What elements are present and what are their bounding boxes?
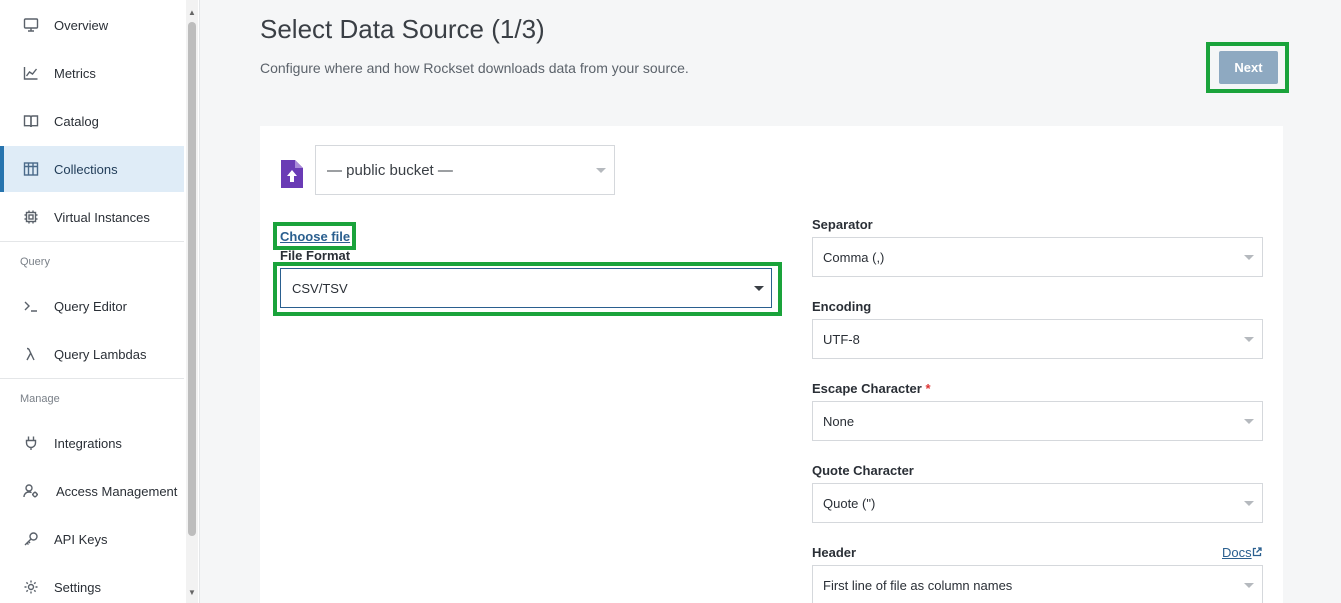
scroll-down-arrow-icon[interactable]: ▼ <box>187 588 197 598</box>
escape-character-label: Escape Character * <box>812 381 931 396</box>
sidebar-item-label: Overview <box>54 17 109 33</box>
monitor-icon <box>22 16 40 34</box>
sidebar-item-integrations[interactable]: Integrations <box>0 420 184 466</box>
chevron-down-icon <box>1244 255 1254 260</box>
encoding-value: UTF-8 <box>823 331 860 347</box>
separator-label: Separator <box>812 217 873 232</box>
section-label-query: Query <box>20 256 50 268</box>
lambda-icon <box>22 345 40 363</box>
section-label-manage: Manage <box>20 393 60 405</box>
page-subtitle: Configure where and how Rockset download… <box>260 60 689 76</box>
book-icon <box>22 112 40 130</box>
choose-file-link[interactable]: Choose file <box>280 229 350 244</box>
data-source-card <box>260 126 1283 603</box>
separator-select[interactable]: Comma (,) <box>812 237 1263 277</box>
sidebar-item-overview[interactable]: Overview <box>0 2 184 48</box>
sidebar-item-api-keys[interactable]: API Keys <box>0 516 184 562</box>
sidebar-scroll-thumb[interactable] <box>188 22 196 536</box>
gear-icon <box>22 578 40 596</box>
file-format-label: File Format <box>280 248 351 263</box>
chevron-down-icon <box>1244 337 1254 342</box>
sidebar-item-label: Query Editor <box>54 298 127 314</box>
sidebar-item-query-editor[interactable]: Query Editor <box>0 283 184 329</box>
sidebar-item-label: Integrations <box>54 435 122 451</box>
quote-character-value: Quote (") <box>823 495 876 511</box>
file-format-select[interactable]: CSV/TSV <box>280 268 772 308</box>
quote-character-label: Quote Character <box>812 463 914 478</box>
file-format-value: CSV/TSV <box>292 280 348 296</box>
sidebar-divider <box>0 378 184 379</box>
sidebar-item-label: API Keys <box>54 531 108 547</box>
sidebar-item-metrics[interactable]: Metrics <box>0 50 184 96</box>
header-select[interactable]: First line of file as column names <box>812 565 1263 603</box>
sidebar-divider <box>0 241 184 242</box>
sidebar: Overview Metrics Catalog Collections Vir… <box>0 0 200 603</box>
sidebar-item-query-lambdas[interactable]: Query Lambdas <box>0 331 184 377</box>
docs-link-label: Docs <box>1222 545 1252 560</box>
escape-character-select[interactable]: None <box>812 401 1263 441</box>
sidebar-item-virtual-instances[interactable]: Virtual Instances <box>0 194 184 240</box>
bucket-select-value: — public bucket — <box>327 161 453 179</box>
key-icon <box>22 530 40 548</box>
external-link-icon <box>1252 547 1262 557</box>
header-label: Header <box>812 545 857 560</box>
encoding-label: Encoding <box>812 299 872 314</box>
header-value: First line of file as column names <box>823 577 1013 593</box>
chevron-down-icon <box>1244 583 1254 588</box>
sidebar-item-label: Virtual Instances <box>54 209 150 225</box>
file-upload-icon <box>281 160 303 188</box>
required-marker: * <box>925 381 931 396</box>
sidebar-item-access-management[interactable]: Access Management <box>0 468 184 514</box>
sidebar-item-label: Collections <box>54 161 118 177</box>
sidebar-item-label: Catalog <box>54 113 99 129</box>
quote-character-select[interactable]: Quote (") <box>812 483 1263 523</box>
sidebar-item-label: Access Management <box>56 483 178 499</box>
table-icon <box>22 160 40 178</box>
separator-value: Comma (,) <box>823 249 885 265</box>
sidebar-item-label: Settings <box>54 579 101 595</box>
chevron-down-icon <box>754 286 764 291</box>
user-gear-icon <box>22 482 40 500</box>
sidebar-item-settings[interactable]: Settings <box>0 564 184 603</box>
bucket-select[interactable]: — public bucket — <box>315 145 615 195</box>
sidebar-item-catalog[interactable]: Catalog <box>0 98 184 144</box>
sidebar-item-label: Metrics <box>54 65 96 81</box>
escape-character-label-text: Escape Character <box>812 381 922 396</box>
encoding-select[interactable]: UTF-8 <box>812 319 1263 359</box>
chevron-down-icon <box>1244 501 1254 506</box>
chip-icon <box>22 208 40 226</box>
sidebar-item-collections[interactable]: Collections <box>0 146 184 192</box>
terminal-icon <box>22 297 40 315</box>
sidebar-item-label: Query Lambdas <box>54 346 147 362</box>
scroll-up-arrow-icon[interactable]: ▲ <box>187 8 197 18</box>
escape-character-value: None <box>823 413 855 429</box>
chevron-down-icon <box>1244 419 1254 424</box>
plug-icon <box>22 434 40 452</box>
next-button[interactable]: Next <box>1219 51 1278 84</box>
line-chart-icon <box>22 64 40 82</box>
chevron-down-icon <box>596 168 606 173</box>
docs-link[interactable]: Docs <box>1222 545 1262 560</box>
page-title: Select Data Source (1/3) <box>260 14 545 44</box>
